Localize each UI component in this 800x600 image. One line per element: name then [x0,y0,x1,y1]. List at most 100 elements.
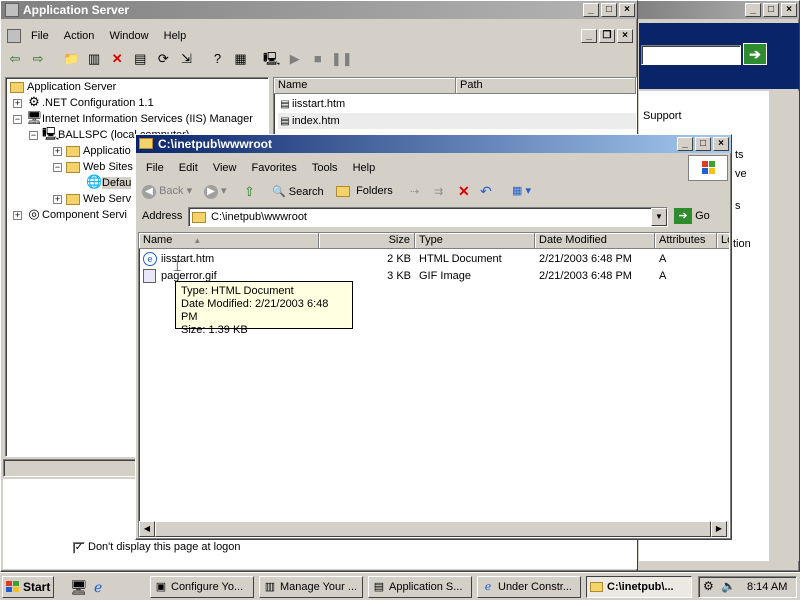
tree-item-web-service-extensions[interactable]: Web Serv [66,191,131,207]
tree-item-net-config[interactable]: ⚙ .NET Configuration 1.1 [26,95,154,111]
quicklaunch-desktop-icon[interactable]: 🖥 [70,579,88,596]
search-button[interactable]: 🔍 Search [272,185,324,198]
collapse-icon[interactable]: − [13,115,22,124]
address-dropdown-button[interactable]: ▼ [651,208,667,226]
export-icon[interactable]: ⇲ [176,49,196,69]
go-button[interactable]: ➔ Go [674,208,710,224]
scroll-thumb[interactable] [155,521,711,537]
task-application-server[interactable]: ▤ Application S... [368,576,472,598]
clock[interactable]: 8:14 AM [747,581,787,593]
help-icon[interactable]: ? [208,49,228,69]
tray-volume-icon[interactable]: 🔈 [721,579,736,593]
delete-icon[interactable]: ✕ [458,183,470,200]
horizontal-scrollbar[interactable]: ◀ ▶ [139,521,729,537]
up-folder-icon[interactable]: ⇧ [244,184,255,200]
stop-icon[interactable]: ■ [308,49,328,69]
properties-icon[interactable]: ▤ [130,49,150,69]
search-go-button[interactable]: ➔ [743,43,767,65]
tree-item-web-sites[interactable]: Web Sites [66,159,133,175]
task-explorer-wwwroot[interactable]: C:\inetpub\... [586,576,692,598]
expand-icon[interactable]: + [53,195,62,204]
expand-icon[interactable]: + [13,99,22,108]
collapse-icon[interactable]: − [29,131,38,140]
delete-icon[interactable]: ✕ [107,49,127,69]
column-header-name[interactable]: Name ▲ [139,233,319,249]
column-header-location[interactable]: Lo [717,233,729,249]
tray-network-icon[interactable]: ⚙ [703,579,714,593]
back-arrow-icon[interactable]: ⇦ [5,49,25,69]
scroll-right-button[interactable]: ▶ [711,521,727,537]
maximize-button[interactable]: □ [763,3,779,17]
search-input[interactable] [641,45,741,65]
forward-button[interactable]: ▶ ▾ [204,184,227,199]
menu-help[interactable]: Help [347,159,382,177]
refresh-icon[interactable]: ⟳ [153,49,173,69]
copy-to-icon[interactable]: ⇉ [434,185,443,198]
scroll-left-button[interactable]: ◀ [139,521,155,537]
undo-icon[interactable]: ↶ [480,183,492,200]
pause-icon[interactable]: ❚❚ [331,49,353,69]
link-partial-3[interactable]: s [735,200,741,212]
menu-file[interactable]: File [140,159,170,177]
expand-icon[interactable]: + [13,211,22,220]
close-button[interactable]: × [781,3,797,17]
link-partial-1[interactable]: ts [735,149,744,161]
back-button[interactable]: ◀ Back ▾ [142,184,192,199]
tree-item-application-pools[interactable]: Applicatio [66,143,131,159]
views-icon[interactable]: ▦ ▾ [512,184,531,197]
console-tree-icon[interactable]: ▦ [231,49,251,69]
close-button[interactable]: × [619,3,635,17]
maximize-button[interactable]: □ [601,3,617,17]
quicklaunch-ie-icon[interactable]: ℯ [94,579,102,596]
tree-item-default-web-site[interactable]: 🌐Defau [86,175,132,191]
link-partial-2[interactable]: ve [735,168,747,180]
folders-button[interactable]: Folders [336,185,393,197]
task-under-construction[interactable]: ℯ Under Constr... [477,576,581,598]
task-manage-your-server[interactable]: ▥ Manage Your ... [259,576,363,598]
minimize-button[interactable]: _ [677,137,693,151]
column-header-type[interactable]: Type [415,233,535,249]
show-tree-icon[interactable]: ▥ [84,49,104,69]
menu-favorites[interactable]: Favorites [246,159,303,177]
menu-window[interactable]: Help [158,27,193,45]
child-minimize-button[interactable]: _ [581,29,597,43]
menu-file[interactable]: File [25,27,55,45]
link-support[interactable]: Support [643,110,682,122]
maximize-button[interactable]: □ [695,137,711,151]
child-close-button[interactable]: × [617,29,633,43]
table-row[interactable]: e iisstart.htm 2 KB HTML Document 2/21/2… [139,251,729,267]
column-header-date-modified[interactable]: Date Modified [535,233,655,249]
child-restore-button[interactable]: ❐ [599,29,615,43]
column-header-name[interactable]: Name [274,78,456,94]
right-scrollbar[interactable] [769,91,799,561]
up-folder-icon[interactable]: 📁 [61,49,81,69]
column-header-size[interactable]: Size [319,233,415,249]
menu-edit[interactable]: Edit [173,159,204,177]
computer-icon[interactable]: 🖳 [262,49,282,69]
minimize-button[interactable]: _ [745,3,761,17]
tree-item-component-services[interactable]: ◎ Component Servi [26,207,127,223]
collapse-icon[interactable]: − [53,163,62,172]
column-header-attributes[interactable]: Attributes [655,233,717,249]
column-header-path[interactable]: Path [456,78,636,94]
close-button[interactable]: × [713,137,729,151]
forward-arrow-icon[interactable]: ⇨ [28,49,48,69]
dont-display-checkbox[interactable]: ✓ [73,542,85,554]
task-label: Manage Your ... [280,581,358,593]
menu-tools[interactable]: Tools [306,159,344,177]
tree-item-application-server[interactable]: Application Server [10,79,116,95]
list-item[interactable]: ▤ iisstart.htm [278,96,636,112]
play-icon[interactable]: ▶ [285,49,305,69]
address-input[interactable]: C:\inetpub\wwwroot ▼ [188,207,668,227]
tree-item-iis-manager[interactable]: 🖥Internet Information Services (IIS) Man… [26,111,253,127]
menu-action[interactable]: Action [58,27,101,45]
start-button[interactable]: Start [2,576,54,598]
link-partial-4[interactable]: tion [733,238,751,250]
list-item[interactable]: ▤ index.htm [278,113,636,129]
menu-view[interactable]: Window [103,27,154,45]
expand-icon[interactable]: + [53,147,62,156]
move-to-icon[interactable]: ⇢ [410,185,419,198]
menu-view[interactable]: View [207,159,243,177]
minimize-button[interactable]: _ [583,3,599,17]
task-configure-your-server[interactable]: ▣ Configure Yo... [150,576,254,598]
